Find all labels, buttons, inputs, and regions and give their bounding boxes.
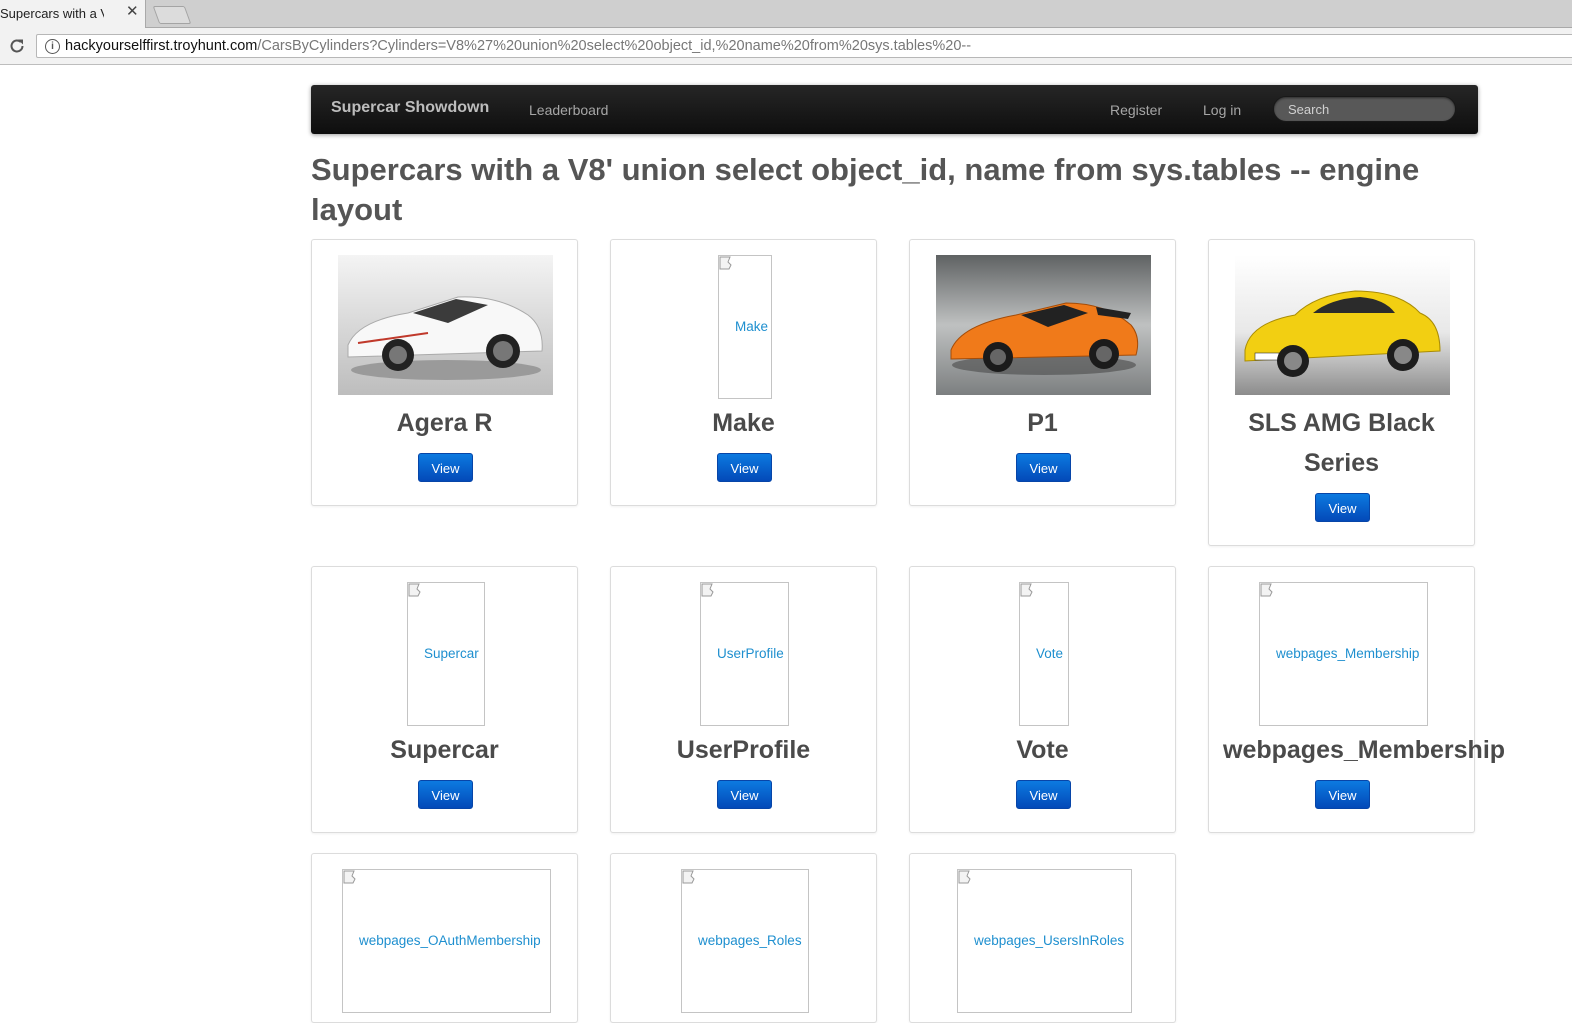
view-button[interactable]: View xyxy=(1315,493,1370,522)
info-icon[interactable]: i xyxy=(45,39,60,54)
car-name: Vote xyxy=(1016,736,1069,764)
car-name: UserProfile xyxy=(676,736,811,764)
tab-title: Supercars with a V8' xyxy=(0,6,104,21)
car-image-webpages-membership[interactable]: webpages_Membership xyxy=(1259,582,1428,726)
car-card: UserProfile UserProfile View xyxy=(610,566,877,833)
broken-image-icon xyxy=(682,870,695,884)
image-alt-text: UserProfile xyxy=(717,646,784,661)
car-image-webpages-oauthmembership[interactable]: webpages_OAuthMembership xyxy=(342,869,551,1013)
image-alt-text: webpages_OAuthMembership xyxy=(359,933,541,948)
nav-login[interactable]: Log in xyxy=(1203,102,1241,118)
broken-image-icon xyxy=(1260,583,1273,597)
reload-icon[interactable] xyxy=(8,37,26,55)
close-icon[interactable]: ✕ xyxy=(126,4,139,20)
car-card: webpages_OAuthMembership xyxy=(311,853,578,1023)
broken-image-icon xyxy=(701,583,714,597)
car-image-webpages-usersinroles[interactable]: webpages_UsersInRoles xyxy=(957,869,1132,1013)
view-button[interactable]: View xyxy=(717,780,772,809)
new-tab-button[interactable] xyxy=(152,6,192,24)
car-name: Supercar xyxy=(390,736,499,764)
car-card: P1 View xyxy=(909,239,1176,506)
image-alt-text: webpages_Membership xyxy=(1276,646,1420,661)
car-image-p1[interactable] xyxy=(936,255,1151,395)
car-image-supercar[interactable]: Supercar xyxy=(407,582,485,726)
image-alt-text: Supercar xyxy=(424,646,479,661)
brand-link[interactable]: Supercar Showdown xyxy=(331,99,489,117)
address-bar[interactable]: i hackyourselffirst.troyhunt.com/CarsByC… xyxy=(36,34,1572,58)
view-button[interactable]: View xyxy=(1016,453,1071,482)
image-alt-text: webpages_Roles xyxy=(698,933,802,948)
view-button[interactable]: View xyxy=(1016,780,1071,809)
car-name: P1 xyxy=(1027,409,1058,437)
broken-image-icon xyxy=(1020,583,1033,597)
browser-tab[interactable]: Supercars with a V8' ✕ xyxy=(0,0,146,28)
car-name: webpages_Membership xyxy=(1223,736,1506,764)
broken-image-icon xyxy=(343,870,356,884)
broken-image-icon xyxy=(958,870,971,884)
car-image-agera-r[interactable] xyxy=(338,255,553,395)
url-text[interactable]: hackyourselffirst.troyhunt.com/CarsByCyl… xyxy=(65,38,971,54)
view-button[interactable]: View xyxy=(418,453,473,482)
nav-leaderboard[interactable]: Leaderboard xyxy=(529,102,608,118)
site-navbar: Supercar Showdown Leaderboard Register L… xyxy=(311,85,1478,134)
car-card: webpages_Roles xyxy=(610,853,877,1023)
car-name: Agera R xyxy=(396,409,493,437)
car-name: SLS AMG Black Series xyxy=(1248,409,1435,477)
car-name: Make xyxy=(712,409,775,437)
car-card: Supercar Supercar View xyxy=(311,566,578,833)
car-image-make[interactable]: Make xyxy=(718,255,772,399)
car-card: Vote Vote View xyxy=(909,566,1176,833)
car-image-webpages-roles[interactable]: webpages_Roles xyxy=(681,869,809,1013)
car-card: webpages_Membership webpages_Membership … xyxy=(1208,566,1505,833)
view-button[interactable]: View xyxy=(418,780,473,809)
image-alt-text: Vote xyxy=(1036,646,1064,661)
view-button[interactable]: View xyxy=(717,453,772,482)
car-card: Make Make View xyxy=(610,239,877,506)
car-image-userprofile[interactable]: UserProfile xyxy=(700,582,789,726)
nav-register[interactable]: Register xyxy=(1110,102,1162,118)
tab-strip: Supercars with a V8' ✕ xyxy=(0,0,1572,28)
page-title: Supercars with a V8' union select object… xyxy=(311,152,1420,227)
image-alt-text: webpages_UsersInRoles xyxy=(974,933,1125,948)
car-image-vote[interactable]: Vote xyxy=(1019,582,1069,726)
search-input[interactable] xyxy=(1273,96,1456,122)
broken-image-icon xyxy=(719,256,732,270)
car-card: Agera R View xyxy=(311,239,578,506)
car-image-sls-amg[interactable] xyxy=(1235,255,1450,395)
browser-toolbar: i hackyourselffirst.troyhunt.com/CarsByC… xyxy=(0,28,1572,65)
car-card: SLS AMG Black Series View xyxy=(1208,239,1475,546)
view-button[interactable]: View xyxy=(1315,780,1370,809)
broken-image-icon xyxy=(408,583,421,597)
car-card: webpages_UsersInRoles xyxy=(909,853,1176,1023)
image-alt-text: Make xyxy=(735,319,769,334)
